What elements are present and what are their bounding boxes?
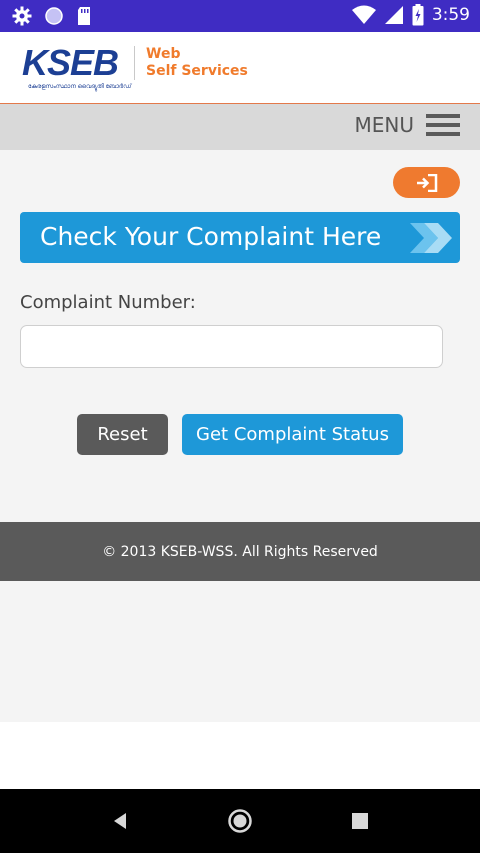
- battery-icon: [412, 4, 424, 26]
- get-complaint-status-button[interactable]: Get Complaint Status: [182, 414, 403, 455]
- login-button[interactable]: [393, 167, 460, 198]
- kseb-logo[interactable]: KSEB കേരളസംസ്ഥാന വൈദ്യുതി ബോർഡ് Web Self…: [20, 40, 260, 96]
- home-icon: [228, 809, 252, 833]
- reset-button[interactable]: Reset: [77, 414, 168, 455]
- page-footer: © 2013 KSEB-WSS. All Rights Reserved: [0, 522, 480, 581]
- wifi-icon: [351, 5, 376, 24]
- gear-icon: [12, 6, 32, 26]
- sd-card-icon: [78, 7, 90, 25]
- complaint-number-label: Complaint Number:: [20, 292, 196, 313]
- logo-text: KSEB: [22, 42, 119, 83]
- back-button[interactable]: [106, 807, 134, 835]
- banner-title: Check Your Complaint Here: [40, 222, 382, 251]
- sign-in-icon: [416, 173, 437, 192]
- tagline-line2: Self Services: [146, 63, 248, 79]
- tagline-line1: Web: [146, 46, 181, 62]
- status-bar: 3:59: [0, 0, 480, 32]
- logo-subtext: കേരളസംസ്ഥാന വൈദ്യുതി ബോർഡ്: [28, 84, 132, 90]
- copyright-text: © 2013 KSEB-WSS. All Rights Reserved: [102, 543, 378, 560]
- circle-icon: [45, 7, 63, 25]
- menu-button[interactable]: MENU: [354, 113, 460, 137]
- logo-divider: [134, 46, 135, 80]
- blank-area: [0, 722, 480, 789]
- signal-icon: [384, 6, 403, 24]
- page-background: [0, 581, 480, 722]
- hamburger-icon: [426, 114, 460, 136]
- menu-label: MENU: [354, 113, 415, 137]
- main-content: Check Your Complaint Here Complaint Numb…: [0, 150, 480, 522]
- complaint-banner: Check Your Complaint Here: [20, 212, 460, 263]
- back-icon: [114, 813, 126, 829]
- recents-icon: [352, 813, 368, 829]
- double-chevron-right-icon: [410, 223, 452, 253]
- logo-tagline: Web Self Services: [146, 46, 248, 80]
- home-button[interactable]: [226, 807, 254, 835]
- complaint-number-input[interactable]: [20, 325, 443, 368]
- app-header: KSEB കേരളസംസ്ഥാന വൈദ്യുതി ബോർഡ് Web Self…: [0, 32, 480, 104]
- menu-bar: MENU: [0, 104, 480, 150]
- status-time: 3:59: [431, 5, 470, 25]
- recents-button[interactable]: [346, 807, 374, 835]
- navigation-bar: [0, 789, 480, 853]
